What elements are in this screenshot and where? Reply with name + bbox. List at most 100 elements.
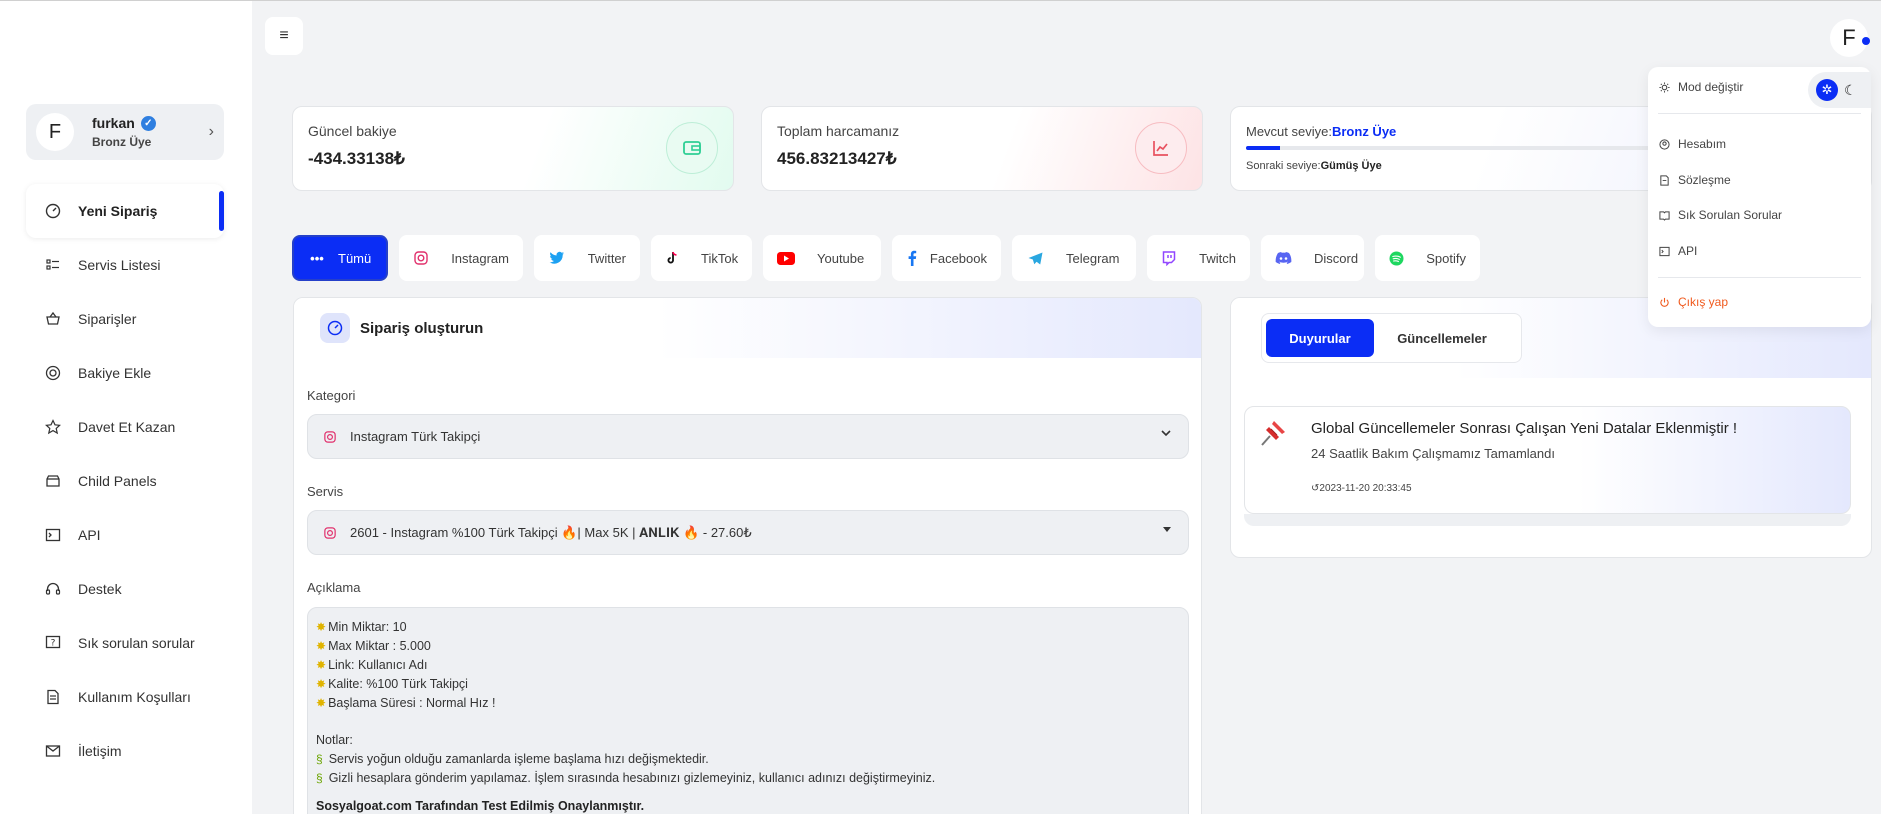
sidebar-item-new-order[interactable]: Yeni Sipariş <box>26 184 224 238</box>
announcement-tabs: Duyurular Güncellemeler <box>1261 313 1522 363</box>
menu-item-label: API <box>1678 244 1698 258</box>
sidebar: F furkan ✓ Bronz Üye › Yeni Sipariş Serv… <box>0 1 252 814</box>
gauge-icon <box>320 313 350 343</box>
tab-announcements[interactable]: Duyurular <box>1266 319 1374 357</box>
profile-card[interactable]: F furkan ✓ Bronz Üye › <box>26 104 224 160</box>
verified-badge-icon: ✓ <box>140 115 156 131</box>
menu-item-account[interactable]: Hesabım <box>1658 137 1726 151</box>
menu-item-api[interactable]: API <box>1658 244 1697 258</box>
sidebar-item-api[interactable]: API <box>26 508 224 562</box>
sidebar-item-faq[interactable]: ? Sık sorulan sorular <box>26 616 224 670</box>
spent-label: Toplam harcamanız <box>777 123 900 139</box>
document-icon <box>1658 174 1670 186</box>
sidebar-item-label: Child Panels <box>78 473 157 489</box>
sidebar-item-contact[interactable]: İletişim <box>26 724 224 778</box>
instagram-icon <box>324 526 338 539</box>
hamburger-icon: ≡ <box>279 27 289 44</box>
sidebar-item-support[interactable]: Destek <box>26 562 224 616</box>
service-select[interactable]: 2601 - Instagram %100 Türk Takipçi 🔥| Ma… <box>307 510 1189 555</box>
dark-mode-icon[interactable]: ☾ <box>1844 82 1857 99</box>
announcement-date: 2023-11-20 20:33:45 <box>1319 483 1412 494</box>
sidebar-item-label: Destek <box>78 581 122 597</box>
mail-icon <box>44 742 62 760</box>
light-mode-icon[interactable]: ✲ <box>1816 79 1838 101</box>
basket-icon <box>44 310 62 328</box>
tab-telegram[interactable]: Telegram <box>1012 235 1136 281</box>
power-icon <box>1658 296 1670 308</box>
tab-twitter[interactable]: Twitter <box>534 235 640 281</box>
snake-icon: § <box>316 752 323 766</box>
level-label: Mevcut seviye: <box>1246 124 1332 139</box>
facebook-icon <box>906 250 918 266</box>
profile-name: furkan <box>92 115 135 131</box>
instagram-icon <box>413 251 429 265</box>
tab-instagram[interactable]: Instagram <box>399 235 523 281</box>
platform-tabs: ••• Tümü Instagram Twitter TikTok Youtub… <box>292 235 1480 281</box>
service-value: 2601 - Instagram %100 Türk Takipçi 🔥| Ma… <box>350 524 752 540</box>
sidebar-item-terms[interactable]: Kullanım Koşulları <box>26 670 224 724</box>
tab-tiktok[interactable]: TikTok <box>651 235 752 281</box>
twitter-icon <box>548 251 566 265</box>
level-progress-fill <box>1246 146 1281 150</box>
spent-value: 456.83213427₺ <box>777 149 897 168</box>
caret-down-icon <box>1162 523 1172 537</box>
tab-updates[interactable]: Güncellemeler <box>1374 319 1510 357</box>
tab-label: Telegram <box>1066 250 1120 266</box>
note-line: Servis yoğun olduğu zamanlarda işleme ba… <box>328 752 709 766</box>
chevron-right-icon: › <box>208 123 214 140</box>
tab-label: Discord <box>1314 250 1359 266</box>
sidebar-item-label: Kullanım Koşulları <box>78 689 191 705</box>
tiktok-icon <box>665 251 679 265</box>
sidebar-item-orders[interactable]: Siparişler <box>26 292 224 346</box>
sidebar-item-invite[interactable]: Davet Et Kazan <box>26 400 224 454</box>
announcement-card[interactable]: Global Güncellemeler Sonrası Çalışan Yen… <box>1244 406 1851 514</box>
starburst-icon: ✸ <box>316 658 327 672</box>
pushpin-icon <box>1255 415 1291 451</box>
description-line: Kalite: %100 Türk Takipçi <box>328 677 468 691</box>
description-footer: Sosyalgoat.com Tarafından Test Edilmiş O… <box>316 799 645 813</box>
gauge-icon <box>44 202 62 220</box>
balance-card: Güncel bakiye -434.33138₺ <box>292 106 734 191</box>
sidebar-item-child-panels[interactable]: Child Panels <box>26 454 224 508</box>
wallet-icon <box>666 122 718 174</box>
sidebar-nav: Yeni Sipariş Servis Listesi Siparişler B… <box>26 184 224 778</box>
profile-level: Bronz Üye <box>92 135 152 149</box>
document-icon <box>44 688 62 706</box>
tab-all[interactable]: ••• Tümü <box>292 235 388 281</box>
tab-spotify[interactable]: Spotify <box>1375 235 1480 281</box>
note-line: Gizli hesaplara gönderim yapılamaz. İşle… <box>328 771 936 785</box>
dots-icon: ••• <box>310 250 324 266</box>
spent-card: Toplam harcamanız 456.83213427₺ <box>761 106 1203 191</box>
service-label: Servis <box>307 484 344 499</box>
tab-label: Spotify <box>1426 250 1466 266</box>
online-status-dot <box>1862 37 1870 45</box>
tab-youtube[interactable]: Youtube <box>763 235 881 281</box>
tab-discord[interactable]: Discord <box>1261 235 1364 281</box>
menu-item-agreement[interactable]: Sözleşme <box>1658 173 1731 187</box>
sidebar-item-add-balance[interactable]: Bakiye Ekle <box>26 346 224 400</box>
chart-line-icon <box>1135 122 1187 174</box>
order-header: Sipariş oluşturun <box>294 298 1201 358</box>
snake-icon: § <box>316 771 323 785</box>
menu-toggle-button[interactable]: ≡ <box>265 17 303 55</box>
mode-switch-row[interactable]: Mod değiştir <box>1658 80 1743 94</box>
description-line: Max Miktar : 5.000 <box>328 639 431 653</box>
chevron-down-icon <box>1160 427 1172 442</box>
menu-item-faq[interactable]: Sık Sorulan Sorular <box>1658 208 1782 222</box>
svg-text:?: ? <box>51 639 56 649</box>
sidebar-item-label: Davet Et Kazan <box>78 419 176 435</box>
sidebar-item-service-list[interactable]: Servis Listesi <box>26 238 224 292</box>
tab-label: TikTok <box>701 250 739 266</box>
menu-item-label: Sözleşme <box>1678 173 1731 187</box>
mode-label: Mod değiştir <box>1678 80 1744 94</box>
help-icon: ? <box>44 634 62 652</box>
tab-facebook[interactable]: Facebook <box>892 235 1001 281</box>
category-select[interactable]: Instagram Türk Takipçi <box>307 414 1189 459</box>
logout-button[interactable]: Çıkış yap <box>1658 295 1728 309</box>
sidebar-item-label: API <box>78 527 101 543</box>
tab-twitch[interactable]: Twitch <box>1147 235 1250 281</box>
theme-toggle[interactable]: ✲ ☾ <box>1808 72 1871 108</box>
tab-label: Facebook <box>929 250 987 266</box>
menu-item-label: Sık Sorulan Sorular <box>1678 208 1783 222</box>
announcement-subtitle: 24 Saatlik Bakım Çalışmamız Tamamlandı <box>1311 446 1555 461</box>
